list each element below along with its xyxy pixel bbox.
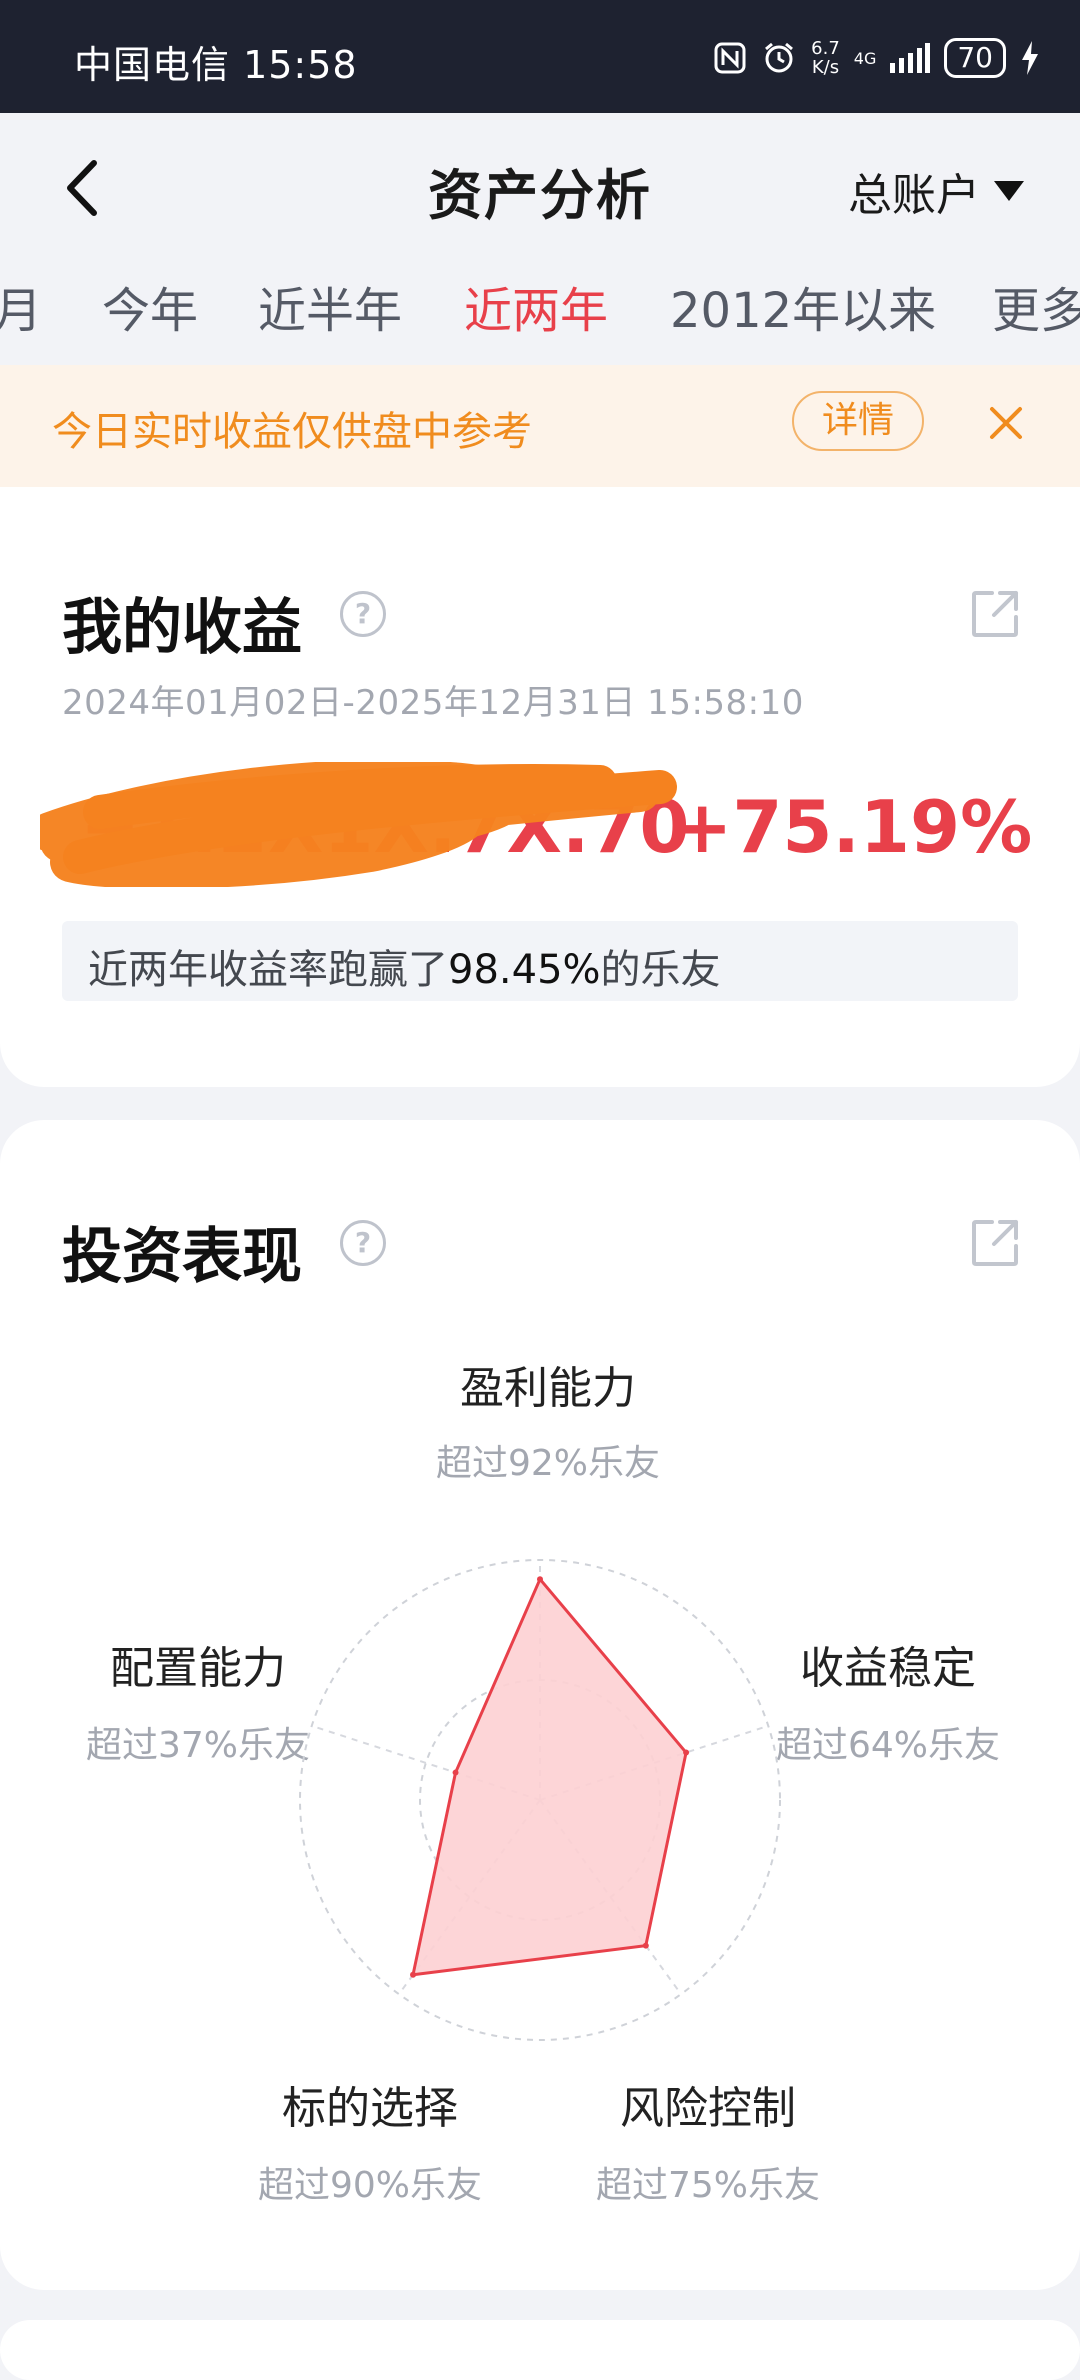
- charging-icon: [1022, 41, 1038, 75]
- rank-suffix: 的乐友: [600, 947, 721, 993]
- redaction-scribble: [40, 762, 677, 887]
- close-icon[interactable]: [986, 403, 1026, 443]
- rank-prefix: 近两年收益率跑赢了: [88, 947, 448, 993]
- radar-chart: [299, 1559, 781, 2041]
- nfc-icon: [714, 42, 746, 74]
- tab-more[interactable]: 更多: [992, 271, 1080, 341]
- radar-point-0: [537, 1576, 543, 1583]
- radar-score-area: [411, 1577, 688, 1977]
- status-bar: 中国电信 15:58 6.7 K/s 4G 70: [0, 0, 1080, 113]
- help-icon[interactable]: ?: [340, 1220, 386, 1266]
- next-card: [0, 2320, 1080, 2380]
- radar-point-2: [642, 1942, 649, 1949]
- speed-unit: K/s: [811, 57, 840, 78]
- carrier-time: 中国电信 15:58: [74, 43, 358, 87]
- rank-value: 98.45%: [448, 947, 601, 993]
- radar-point-1: [683, 1749, 690, 1756]
- dim-desc-profit: 超过92%乐友: [435, 1443, 661, 1484]
- signal-icon: [890, 43, 931, 73]
- share-icon[interactable]: [970, 1218, 1020, 1268]
- earnings-title: 我的收益: [62, 593, 302, 663]
- tab-since-2012[interactable]: 2012年以来: [670, 271, 936, 341]
- alarm-icon: [765, 42, 794, 73]
- rank-summary: 近两年收益率跑赢了98.45%的乐友: [62, 921, 1018, 1001]
- dim-label-profit: 盈利能力: [460, 1363, 636, 1414]
- tab-month[interactable]: 月: [0, 271, 42, 341]
- tab-this-year[interactable]: 今年: [102, 271, 198, 341]
- dim-label-selection: 标的选择: [282, 2083, 458, 2134]
- date-range: 2024年01月02日-2025年12月31日 15:58:10: [62, 683, 804, 723]
- dim-desc-selection: 超过90%乐友: [257, 2165, 483, 2206]
- notice-banner: 今日实时收益仅供盘中参考 详情: [0, 365, 1080, 487]
- earnings-card: 我的收益 ? 2024年01月02日-2025年12月31日 15:58:10 …: [0, 487, 1080, 1087]
- share-icon[interactable]: [970, 589, 1020, 639]
- return-rate: +75.19%: [672, 785, 1033, 869]
- performance-title: 投资表现: [62, 1222, 302, 1292]
- notice-text: 今日实时收益仅供盘中参考: [52, 409, 532, 455]
- performance-card: 投资表现 ? 盈利能力 超过92%乐友 收益稳定 超过64%乐友 风险控制 超过…: [0, 1120, 1080, 2290]
- battery-level: 70: [944, 38, 1006, 78]
- period-tabs: 月 今年 近半年 近两年 2012年以来 更多: [0, 253, 1080, 365]
- dim-label-risk: 风险控制: [620, 2083, 796, 2134]
- radar-point-3: [410, 1971, 417, 1978]
- tab-two-years[interactable]: 近两年: [464, 271, 608, 341]
- help-icon[interactable]: ?: [340, 591, 386, 637]
- account-selector[interactable]: 总账户: [848, 159, 1024, 223]
- dim-desc-risk: 超过75%乐友: [595, 2165, 821, 2206]
- notice-detail-button[interactable]: 详情: [792, 391, 924, 451]
- tab-half-year[interactable]: 近半年: [258, 271, 402, 341]
- network-type: 4G: [853, 48, 877, 68]
- speed-value: 6.7: [811, 38, 840, 59]
- rank-text: 近两年收益率跑赢了98.45%的乐友: [88, 937, 721, 995]
- status-icons: 6.7 K/s 4G 70: [713, 36, 1040, 80]
- caret-down-icon: [994, 181, 1024, 201]
- network-speed: 6.7 K/s: [811, 39, 840, 77]
- nav-header: 资产分析 总账户: [0, 113, 1080, 253]
- account-label: 总账户: [848, 170, 980, 221]
- radar-point-4: [452, 1769, 459, 1776]
